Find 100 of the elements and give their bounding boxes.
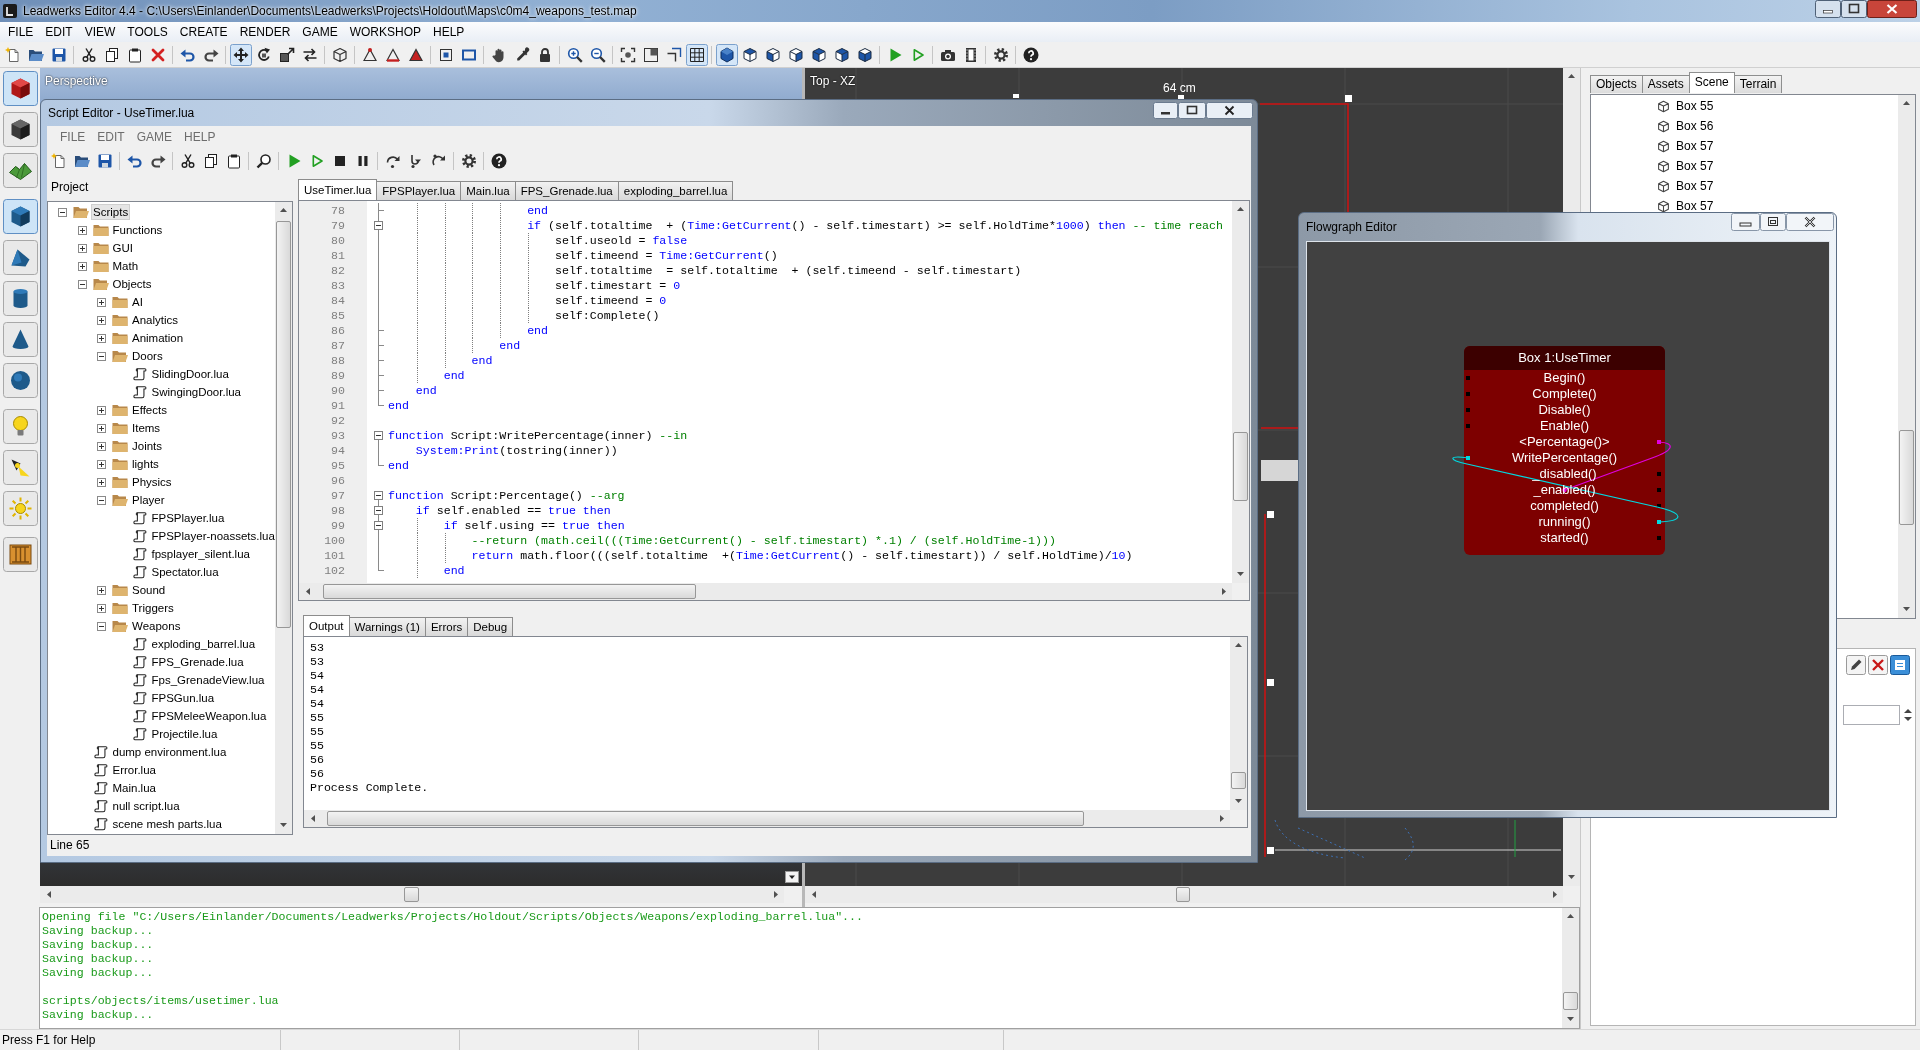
maximize-icon[interactable] [1178, 102, 1206, 119]
triangle-icon[interactable] [361, 46, 378, 63]
tree-item[interactable]: Main.lua [110, 780, 158, 796]
collapse-icon[interactable] [97, 621, 106, 631]
tree-item[interactable]: AI [130, 294, 145, 310]
expand-icon[interactable] [97, 333, 106, 343]
tab[interactable]: Warnings (1) [348, 617, 426, 636]
hand-icon[interactable] [490, 46, 507, 63]
new-file-icon[interactable] [4, 46, 21, 63]
tree-item[interactable]: Functions [110, 222, 165, 238]
menu-item[interactable]: WORKSHOP [343, 23, 427, 41]
scene-item[interactable]: Box 57 [1675, 159, 1715, 173]
tree-item[interactable]: SlidingDoor.lua [149, 366, 231, 382]
expand-icon[interactable] [97, 585, 106, 595]
caret-down-icon[interactable] [785, 871, 799, 883]
swap-arrows-icon[interactable] [301, 46, 318, 63]
expand-icon[interactable] [97, 603, 106, 613]
tree-item[interactable]: GUI [110, 240, 135, 256]
tree-item[interactable]: Scripts [91, 204, 131, 220]
resize-icon[interactable] [278, 46, 295, 63]
menu-item[interactable]: EDIT [39, 23, 79, 41]
menu-item[interactable]: FILE [2, 23, 40, 41]
cube-icon[interactable] [2, 198, 38, 234]
copy-icon[interactable] [103, 46, 120, 63]
minimize-icon[interactable] [1153, 102, 1178, 119]
graph-canvas[interactable]: Box 1:UseTimer Begin() Complete() Disable() Enable() <Percentage()> WritePercentage() _disabled() _enabled() completed() running() started() [1306, 241, 1830, 811]
pencil-icon[interactable] [1846, 655, 1866, 675]
code-editor[interactable] [298, 200, 1250, 601]
help-icon[interactable] [490, 153, 507, 169]
tab[interactable]: Errors [424, 617, 469, 636]
scroll-right-icon[interactable] [1220, 815, 1224, 822]
menu-item[interactable]: CREATE [173, 23, 234, 41]
triangle-icon[interactable] [384, 46, 401, 63]
cube-icon[interactable] [741, 46, 758, 63]
scroll-right-icon[interactable] [1222, 588, 1226, 595]
scroll-left-icon[interactable] [47, 891, 51, 898]
scrollbar-thumb[interactable] [1176, 887, 1190, 902]
tree-item[interactable]: Analytics [130, 312, 181, 328]
expand-icon[interactable] [77, 243, 87, 253]
tree-item[interactable]: Joints [130, 438, 165, 454]
crate-icon[interactable] [2, 536, 38, 572]
collapse-icon[interactable] [374, 221, 383, 230]
tree-item[interactable]: Player [130, 492, 167, 508]
scroll-left-icon[interactable] [812, 891, 816, 898]
scroll-up-icon[interactable] [1237, 207, 1244, 211]
scroll-left-icon[interactable] [306, 588, 310, 595]
scene-item[interactable]: Box 57 [1675, 139, 1715, 153]
frame-corners-icon[interactable] [619, 46, 636, 63]
tab[interactable]: Scene [1688, 72, 1735, 93]
scroll-down-icon[interactable] [280, 823, 287, 827]
scissors-icon[interactable] [80, 46, 97, 63]
collapse-icon[interactable] [374, 431, 383, 440]
maximize-icon[interactable] [1760, 213, 1786, 231]
menu-item[interactable]: VIEW [78, 23, 122, 41]
tree-item[interactable]: Doors [130, 348, 165, 364]
scroll-up-icon[interactable] [1568, 74, 1575, 78]
delete-icon[interactable] [149, 46, 166, 63]
vertical-scrollbar[interactable] [275, 202, 292, 834]
expand-icon[interactable] [97, 441, 106, 451]
port-icon[interactable] [1657, 504, 1661, 508]
scrollbar-thumb[interactable] [327, 811, 1084, 826]
scroll-down-icon[interactable] [1903, 607, 1910, 611]
tree-item[interactable]: Sound [130, 582, 168, 598]
handle-icon[interactable] [1267, 847, 1274, 854]
horizontal-scrollbar[interactable] [805, 886, 1563, 903]
delete-icon[interactable] [1868, 655, 1888, 675]
cone-icon[interactable] [2, 321, 38, 357]
tree-item[interactable]: Math [110, 258, 141, 274]
scroll-up-icon[interactable] [1235, 643, 1242, 647]
new-file-icon[interactable] [50, 153, 67, 169]
expand-icon[interactable] [97, 477, 106, 487]
tree-item[interactable]: dump environment.lua [110, 744, 229, 760]
menu-item[interactable]: HELP [178, 130, 222, 144]
close-icon[interactable] [1786, 213, 1834, 231]
scrollbar-thumb[interactable] [404, 887, 419, 902]
scrollbar-thumb[interactable] [276, 221, 291, 628]
collapse-icon[interactable] [77, 279, 87, 289]
cube-icon[interactable] [787, 46, 804, 63]
minimize-icon[interactable] [1815, 0, 1841, 18]
clipboard-icon[interactable] [225, 153, 242, 169]
menu-item[interactable]: GAME [296, 23, 344, 41]
tree-item[interactable]: lights [130, 456, 161, 472]
open-folder-icon[interactable] [73, 153, 90, 169]
tree-item[interactable]: Triggers [130, 600, 176, 616]
curved-arrow-icon[interactable] [384, 153, 401, 169]
handle-icon[interactable] [1267, 679, 1274, 686]
tree-item[interactable]: Weapons [130, 618, 183, 634]
grid-icon[interactable] [685, 43, 708, 66]
scroll-up-icon[interactable] [1903, 101, 1910, 105]
wireframe-cube-icon[interactable] [331, 46, 348, 63]
scrollbar-thumb[interactable] [1233, 432, 1248, 501]
scrollbar-thumb[interactable] [323, 584, 696, 599]
scene-item[interactable]: Box 57 [1675, 199, 1715, 213]
expand-icon[interactable] [77, 225, 87, 235]
tree-item[interactable]: Animation [130, 330, 186, 346]
collapse-icon[interactable] [58, 207, 67, 217]
tab[interactable]: Output [303, 615, 350, 636]
tree-item[interactable]: FPSPlayer.lua [149, 510, 227, 526]
clipboard-icon[interactable] [126, 46, 143, 63]
scrollbar-thumb[interactable] [1231, 772, 1246, 789]
